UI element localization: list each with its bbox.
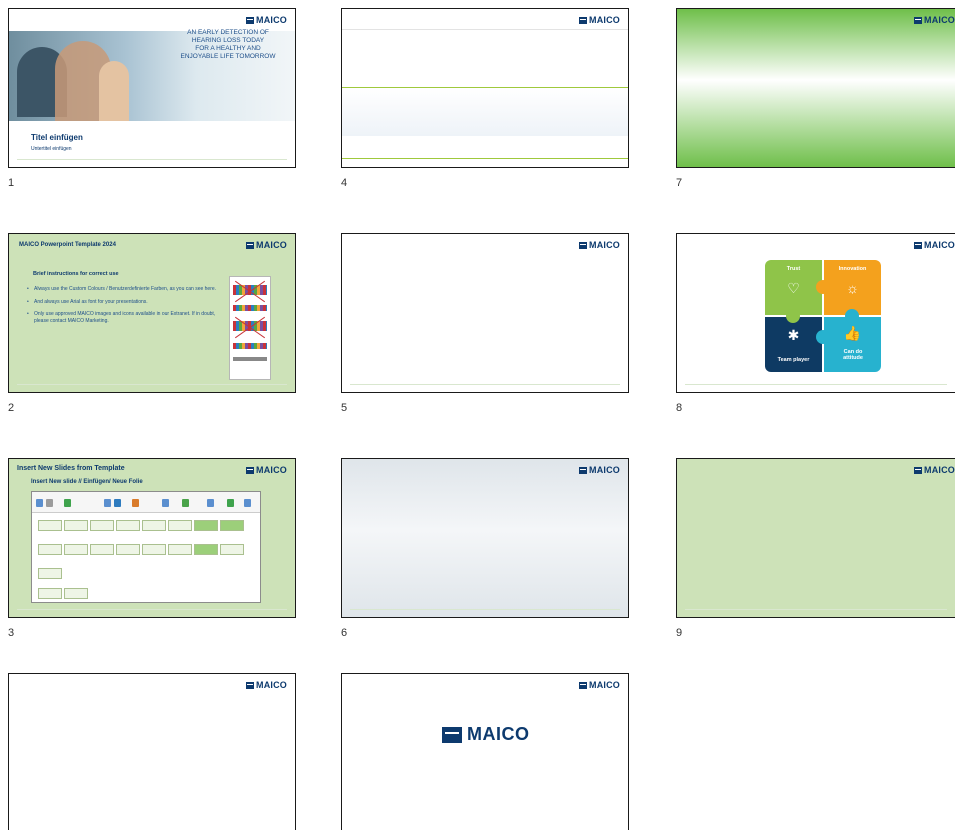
maico-logo-mark-icon — [579, 681, 587, 689]
maico-logo-mark-icon — [246, 466, 254, 474]
hero-line: ENJOYABLE LIFE TOMORROW — [180, 53, 276, 60]
puzzle-label: Trust — [786, 266, 801, 272]
maico-logo-text: MAICO — [589, 240, 620, 250]
hero-line: FOR A HEALTHY AND — [195, 45, 261, 52]
maico-logo-mark-icon — [246, 241, 254, 249]
divider — [342, 29, 628, 30]
slide-footer-line — [685, 384, 947, 389]
slide-thumbnail-2[interactable]: MAICO Powerpoint Template 2024 MAICO Bri… — [8, 233, 296, 393]
maico-logo: MAICO — [579, 240, 620, 250]
slide-subtitle: Untertitel einfügen — [31, 146, 72, 152]
slide-number: 4 — [341, 177, 348, 189]
maico-logo-text: MAICO — [924, 15, 955, 25]
thumbs-up-icon: 👍 — [843, 325, 862, 341]
maico-logo-mark-icon — [579, 466, 587, 474]
handshake-icon: ♡ — [787, 280, 800, 296]
maico-logo-mark-icon — [914, 16, 922, 24]
slide-thumbnail-7[interactable]: MAICO — [676, 8, 955, 168]
slide-title: Insert New Slides from Template — [17, 465, 125, 472]
slide-footer-line — [685, 609, 947, 614]
team-icon: ✱ — [787, 327, 800, 343]
slide-title: Titel einfügen — [31, 133, 83, 142]
color-palette-image — [229, 276, 271, 380]
maico-logo: MAICO — [246, 15, 287, 25]
maico-logo-text: MAICO — [467, 724, 530, 744]
maico-center-logo: MAICO — [442, 724, 530, 745]
slide-thumbnail-10[interactable]: MAICO — [8, 673, 296, 830]
maico-logo-mark-icon — [914, 466, 922, 474]
slide-footer-line — [350, 609, 620, 614]
maico-logo: MAICO — [246, 465, 287, 475]
slide-number: 1 — [8, 177, 15, 189]
list-item: Only use approved MAICO images and icons… — [27, 311, 227, 324]
maico-logo-text: MAICO — [589, 680, 620, 690]
maico-logo: MAICO — [579, 680, 620, 690]
slide-thumbnail-6[interactable]: MAICO — [341, 458, 629, 618]
slide-number: 7 — [676, 177, 683, 189]
slide-footer-line — [17, 609, 287, 614]
hero-tagline: AN EARLY DETECTION OF HEARING LOSS TODAY… — [169, 29, 287, 61]
instructions-list: Always use the Custom Colours / Benutzer… — [27, 286, 227, 330]
maico-logo-text: MAICO — [256, 15, 287, 25]
maico-logo: MAICO — [914, 465, 955, 475]
puzzle-piece-innovation: Innovation ☼ — [824, 260, 881, 315]
hero-line: HEARING LOSS TODAY — [191, 37, 265, 44]
lightbulb-hand-icon: ☼ — [846, 280, 859, 296]
puzzle-label: Team player — [777, 357, 810, 363]
maico-logo-text: MAICO — [256, 465, 287, 475]
slide-number: 8 — [676, 402, 683, 414]
gray-gradient-background — [342, 459, 628, 617]
slide-subtitle: Insert New slide // Einfügen/ Neue Folie — [31, 479, 143, 485]
maico-logo-mark-icon — [442, 726, 462, 743]
maico-logo-mark-icon — [246, 16, 254, 24]
slide-thumbnail-8[interactable]: MAICO Trust ♡ Innovation ☼ ✱ Team player… — [676, 233, 955, 393]
slide-thumbnail-4[interactable]: MAICO — [341, 8, 629, 168]
instructions-heading: Brief instructions for correct use — [33, 271, 119, 277]
maico-logo-mark-icon — [246, 681, 254, 689]
maico-logo-text: MAICO — [924, 465, 955, 475]
puzzle-label: Can do attitude — [843, 349, 863, 361]
maico-logo-text: MAICO — [256, 680, 287, 690]
slide-number: 3 — [8, 627, 15, 639]
slide-number: 6 — [341, 627, 348, 639]
slide-footer-line — [350, 384, 620, 389]
powerpoint-screenshot — [31, 491, 261, 603]
maico-logo-mark-icon — [914, 241, 922, 249]
maico-logo: MAICO — [246, 240, 287, 250]
slide-number: 2 — [8, 402, 15, 414]
puzzle-label: Innovation — [838, 266, 867, 272]
maico-logo: MAICO — [579, 465, 620, 475]
slide-number: 9 — [676, 627, 683, 639]
maico-logo: MAICO — [579, 15, 620, 25]
puzzle-piece-can-do: 👍 Can do attitude — [824, 317, 881, 372]
slide-thumbnail-11[interactable]: MAICO MAICO — [341, 673, 629, 830]
puzzle-piece-team-player: ✱ Team player — [765, 317, 822, 372]
slide-footer-line — [17, 159, 287, 164]
list-item: And always use Arial as font for your pr… — [27, 299, 227, 306]
slide-thumbnail-3[interactable]: Insert New Slides from Template MAICO In… — [8, 458, 296, 618]
maico-logo-text: MAICO — [589, 465, 620, 475]
slide-footer-line — [17, 384, 287, 389]
slide-number: 5 — [341, 402, 348, 414]
content-band — [342, 87, 628, 136]
divider — [342, 158, 628, 159]
maico-logo: MAICO — [246, 680, 287, 690]
slide-thumbnail-5[interactable]: MAICO — [341, 233, 629, 393]
slide-thumbnail-9[interactable]: MAICO — [676, 458, 955, 618]
maico-logo: MAICO — [914, 240, 955, 250]
maico-logo-text: MAICO — [256, 240, 287, 250]
maico-logo-mark-icon — [579, 241, 587, 249]
puzzle-piece-trust: Trust ♡ — [765, 260, 822, 315]
maico-logo: MAICO — [914, 15, 955, 25]
green-gradient-background — [677, 9, 955, 167]
maico-logo-mark-icon — [579, 16, 587, 24]
slide-thumbnail-1[interactable]: MAICO AN EARLY DETECTION OF HEARING LOSS… — [8, 8, 296, 168]
slide-title: MAICO Powerpoint Template 2024 — [19, 242, 116, 248]
values-puzzle: Trust ♡ Innovation ☼ ✱ Team player 👍 Can… — [765, 260, 881, 376]
hero-line: AN EARLY DETECTION OF — [187, 29, 269, 36]
list-item: Always use the Custom Colours / Benutzer… — [27, 286, 227, 293]
maico-logo-text: MAICO — [924, 240, 955, 250]
maico-logo-text: MAICO — [589, 15, 620, 25]
